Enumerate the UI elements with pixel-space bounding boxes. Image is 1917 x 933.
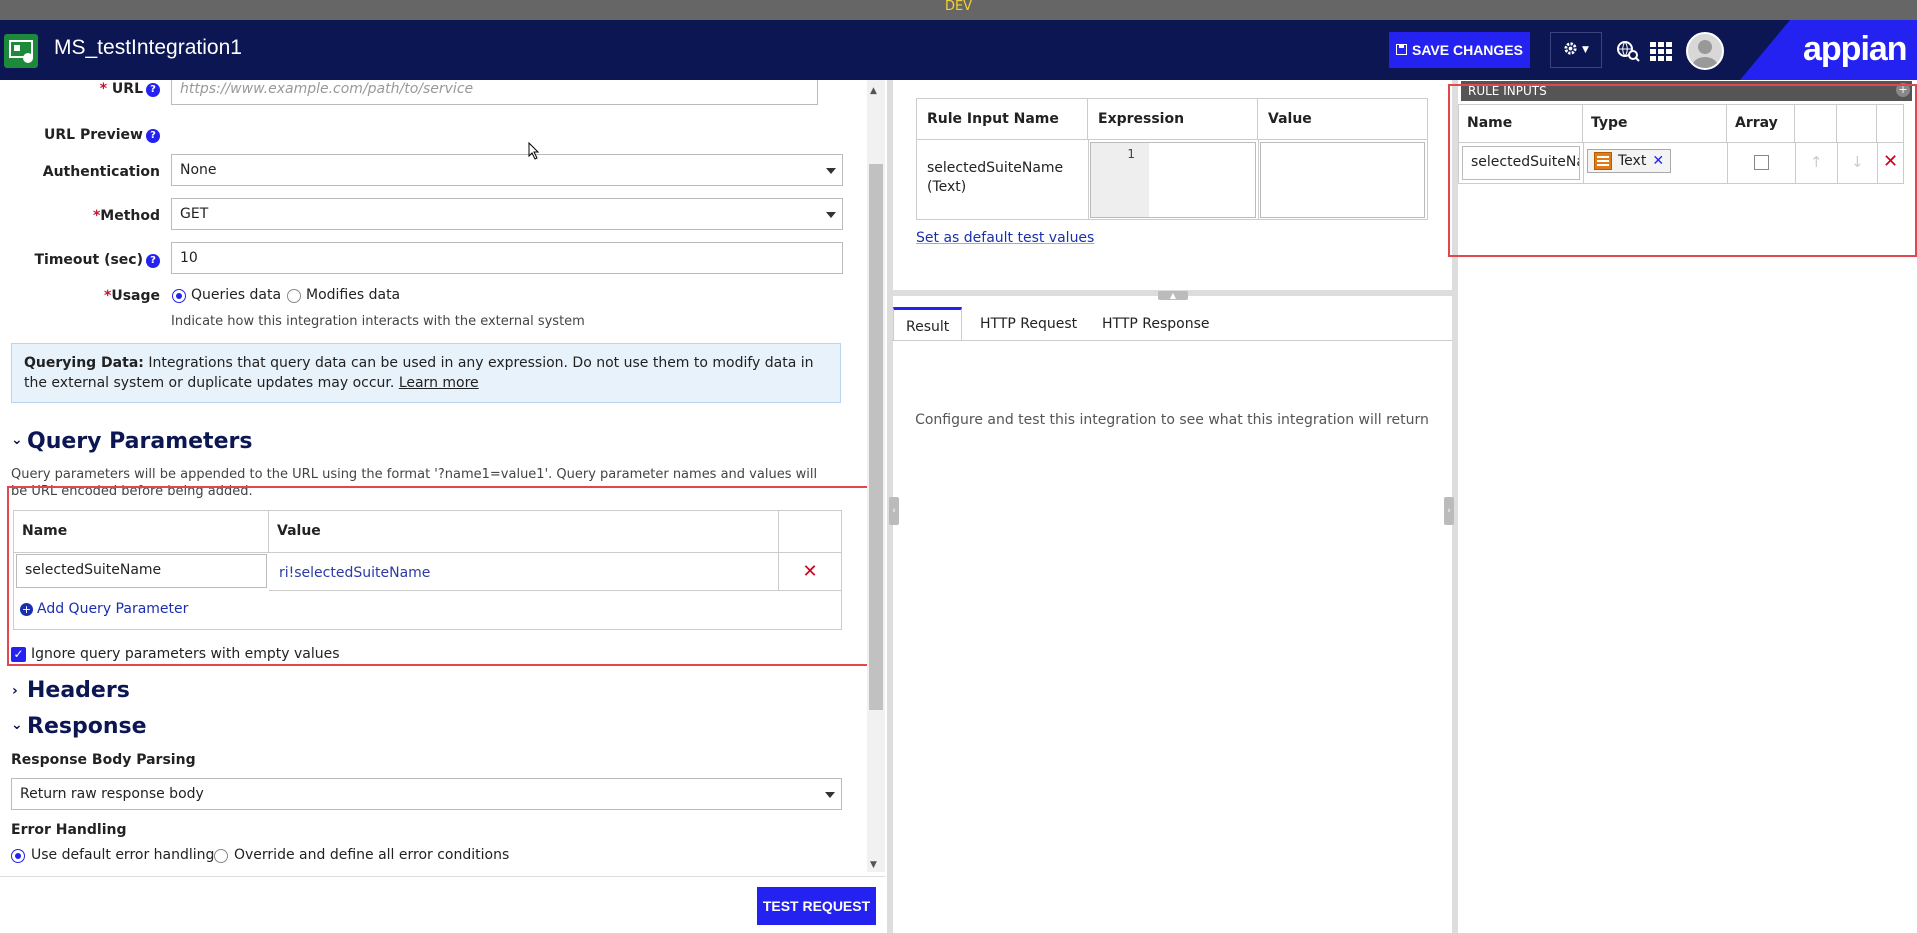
tab-underline [892, 340, 1452, 341]
dropdown-caret-icon [826, 212, 836, 218]
override-error-radio[interactable] [214, 849, 228, 863]
usage-queries-label: Queries data [191, 287, 282, 303]
query-parameters-title[interactable]: Query Parameters [27, 429, 252, 454]
cell-divider [1088, 140, 1089, 220]
tab-result[interactable]: Result [893, 307, 963, 341]
usage-hint: Indicate how this integration interacts … [171, 314, 585, 329]
column-header-value: Value [1258, 99, 1427, 140]
default-error-label: Use default error handling [31, 847, 215, 863]
usage-queries-radio[interactable] [172, 289, 186, 303]
test-request-button[interactable]: TEST REQUEST [757, 887, 876, 925]
gear-icon [1563, 41, 1578, 60]
user-avatar[interactable] [1686, 32, 1724, 70]
chevron-right-icon[interactable]: › [12, 683, 18, 699]
highlight-query-parameters [7, 486, 878, 666]
timeout-input[interactable]: 10 [171, 242, 843, 274]
footer-divider [0, 876, 885, 877]
collapse-top-handle[interactable]: ▲ [1158, 291, 1188, 300]
headers-title[interactable]: Headers [27, 678, 130, 703]
rule-input-name-cell: selectedSuiteName (Text) [927, 159, 1063, 197]
app-launcher-icon[interactable] [1650, 42, 1672, 66]
object-search-icon[interactable] [1616, 40, 1640, 66]
floppy-disk-icon [1396, 42, 1407, 58]
response-title[interactable]: Response [27, 714, 147, 739]
rule-input-name: selectedSuiteName [927, 160, 1064, 176]
rule-input-type: (Text) [927, 179, 967, 195]
default-error-radio[interactable] [11, 849, 25, 863]
mouse-cursor-icon [528, 142, 540, 160]
learn-more-link[interactable]: Learn more [399, 375, 479, 391]
info-title: Querying Data: [24, 355, 144, 371]
timeout-label: Timeout (sec)? [20, 252, 160, 268]
response-parsing-value: Return raw response body [20, 786, 204, 802]
save-changes-button[interactable]: SAVE CHANGES [1389, 32, 1530, 68]
cell-divider [1258, 140, 1259, 220]
collapse-right-handle[interactable]: › [1444, 497, 1454, 525]
integration-icon [4, 34, 38, 68]
url-label: * URL? [40, 81, 160, 97]
usage-modifies-radio[interactable] [287, 289, 301, 303]
expression-editor[interactable]: 1 [1090, 142, 1256, 218]
method-select[interactable]: GET [171, 198, 843, 230]
caret-down-icon: ▼ [1582, 45, 1589, 55]
left-scrollbar-thumb[interactable] [869, 164, 883, 710]
dropdown-caret-icon [825, 792, 835, 798]
response-parsing-label: Response Body Parsing [11, 752, 196, 768]
override-error-label: Override and define all error conditions [234, 847, 510, 863]
tab-http-request[interactable]: HTTP Request [968, 307, 1089, 341]
column-header-expression: Expression [1088, 99, 1258, 140]
env-banner: DEV [0, 0, 1917, 20]
error-handling-label: Error Handling [11, 822, 127, 838]
method-value: GET [180, 206, 209, 222]
tab-http-response[interactable]: HTTP Response [1090, 307, 1222, 341]
chevron-down-icon[interactable]: ⌄ [11, 717, 23, 733]
object-title: MS_testIntegration1 [54, 36, 242, 59]
usage-label: *Usage [104, 288, 160, 304]
authentication-value: None [180, 162, 217, 178]
scroll-up-arrow[interactable]: ▲ [870, 86, 877, 96]
help-icon[interactable]: ? [146, 254, 160, 268]
top-bar: MS_testIntegration1 SAVE CHANGES ▼ appia… [0, 20, 1917, 80]
highlight-rule-inputs [1448, 84, 1917, 257]
method-label: *Method [92, 208, 160, 224]
response-parsing-select[interactable]: Return raw response body [11, 778, 842, 810]
line-number-gutter: 1 [1091, 143, 1149, 217]
save-changes-label: SAVE CHANGES [1412, 42, 1523, 58]
dropdown-caret-icon [826, 168, 836, 174]
help-icon[interactable]: ? [146, 129, 160, 143]
appian-logo: appian [1803, 30, 1908, 68]
settings-menu-button[interactable]: ▼ [1550, 32, 1602, 68]
result-empty-message: Configure and test this integration to s… [915, 412, 1429, 428]
usage-modifies-label: Modifies data [306, 287, 401, 303]
chevron-down-icon[interactable]: ⌄ [11, 432, 23, 448]
test-inputs-table: Rule Input Name Expression Value selecte… [916, 98, 1428, 220]
help-icon[interactable]: ? [146, 83, 160, 97]
test-panel: Rule Input Name Expression Value selecte… [892, 80, 1452, 933]
authentication-select[interactable]: None [171, 154, 843, 186]
set-default-test-values-link[interactable]: Set as default test values [916, 230, 1094, 246]
column-header-rule-input: Rule Input Name [917, 99, 1088, 140]
url-input[interactable]: https://www.example.com/path/to/service [171, 80, 818, 105]
test-value-input[interactable] [1260, 142, 1425, 218]
url-preview-label: URL Preview? [20, 127, 160, 143]
querying-data-info: Querying Data: Integrations that query d… [11, 343, 841, 403]
authentication-label: Authentication [42, 164, 160, 180]
scroll-down-arrow[interactable]: ▼ [870, 860, 877, 870]
